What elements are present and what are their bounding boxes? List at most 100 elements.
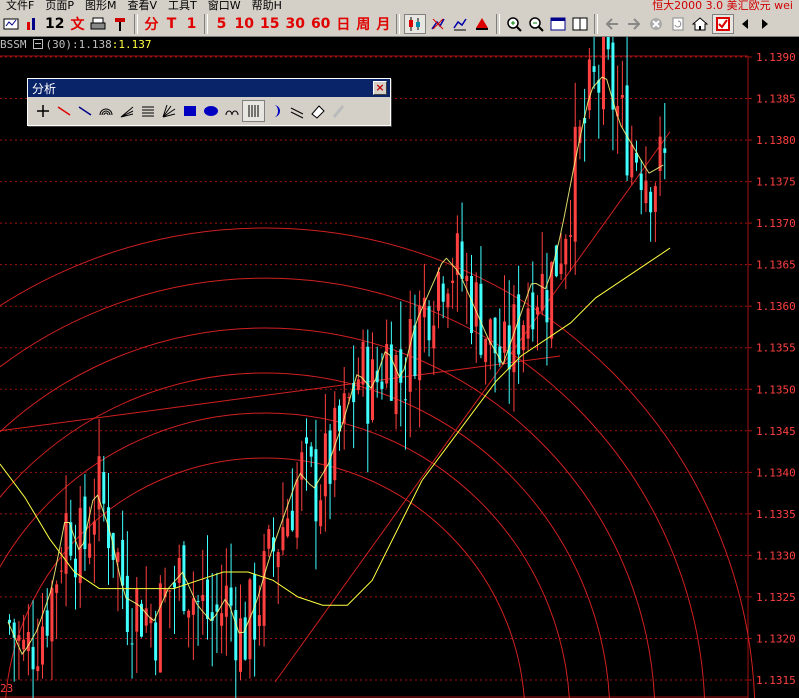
period-30-button[interactable]: 30 [283,14,306,34]
forward-arrow-icon[interactable] [624,14,644,34]
checkbox-icon[interactable] [712,14,735,34]
candle-body [620,94,624,98]
candle-body [323,433,327,497]
volume-icon[interactable] [472,14,492,34]
candle-body [413,325,417,376]
candle-body [649,191,653,213]
zoom-out-icon[interactable] [526,14,546,34]
menu-graph[interactable]: 图形M [79,0,122,12]
candlestick-icon[interactable] [404,14,427,34]
y-tick-label: 1.1335 [756,508,796,521]
menu-file[interactable]: 文件F [0,0,39,12]
parallel-lines-icon[interactable] [137,101,158,121]
back-arrow-icon[interactable] [602,14,622,34]
print-icon[interactable] [88,14,108,34]
menu-page[interactable]: 页面P [39,0,79,12]
hammer-icon[interactable] [110,14,130,34]
scroll-left-icon[interactable] [736,14,754,34]
close-icon[interactable]: × [373,81,387,95]
candle-body [55,584,59,593]
ellipse-icon[interactable] [200,101,221,121]
candle-body [606,37,610,50]
candle-body [437,271,440,311]
candle-body [262,551,266,626]
y-tick-label: 1.1385 [756,93,796,106]
arc-icon[interactable] [95,101,116,121]
zoom-in-icon[interactable] [504,14,524,34]
candle-body [92,521,96,535]
chart-grid-icon[interactable] [1,14,21,34]
period-T-button[interactable]: T [162,14,180,34]
minute-button[interactable]: 分 [142,14,160,34]
menu-window[interactable]: 窗口W [202,0,246,12]
period-15-button[interactable]: 15 [258,14,281,34]
y-tick-label: 1.1345 [756,425,796,438]
y-tick-label: 1.1370 [756,217,796,230]
candle-body [380,381,384,389]
line-icon[interactable] [53,101,74,121]
candle-body [338,405,341,432]
candle-body [451,280,455,284]
layout-icon[interactable] [570,14,590,34]
period-10-button[interactable]: 10 [232,14,255,34]
stop-icon[interactable] [646,14,666,34]
candle-body [243,617,247,660]
indicator-info-bar: BSSM (30) :1.138 :1.137 [0,37,152,51]
candle-body [295,479,299,538]
cycle-icon[interactable] [221,101,242,121]
candle-body [394,354,398,415]
palette-tools [28,97,390,122]
period-1-button[interactable]: 1 [182,14,200,34]
gann-fan-icon[interactable] [158,101,179,121]
period-5-button[interactable]: 5 [212,14,230,34]
fan-lines-icon[interactable] [116,101,137,121]
text-button[interactable]: 文 [68,14,86,34]
day-button[interactable]: 日 [334,14,352,34]
indicator-period: (30) [45,37,73,51]
menu-view[interactable]: 查看V [121,0,162,12]
candle-body [59,570,63,572]
y-tick-label: 1.1365 [756,259,796,272]
home-icon[interactable] [690,14,710,34]
scroll-right-icon[interactable] [756,14,774,34]
candle-body [26,632,30,652]
candle-body [319,500,323,527]
menu-help[interactable]: 帮助H [246,0,287,12]
candle-body [592,66,596,72]
moon-icon[interactable] [265,101,286,121]
toolbar: 12 文 分 T 1 5 10 15 30 60 日 周 月 [0,12,799,37]
candle-body [484,338,488,363]
candle-body [653,186,657,212]
indicator-line-icon[interactable] [450,14,470,34]
vertical-lines-icon[interactable] [242,100,265,122]
period-60-button[interactable]: 60 [309,14,332,34]
candle-body [234,610,238,661]
candle-body [144,608,148,626]
candle-body [564,238,568,265]
week-button[interactable]: 周 [354,14,372,34]
rectangle-icon[interactable] [179,101,200,121]
y-tick-label: 1.1320 [756,632,796,645]
candle-body [470,275,473,334]
crosshair-icon[interactable] [32,101,53,121]
palette-title-bar[interactable]: 分析 [28,79,390,97]
pen-icon[interactable] [328,101,349,121]
price-chart[interactable]: 1.1390 1.1385 1.1380 1.1375 1.1370 1.1365 1.13… [0,37,799,698]
month-button[interactable]: 月 [374,14,392,34]
candle-body [239,618,242,672]
collapse-icon[interactable] [32,39,43,49]
candle-body [465,275,469,282]
candle-body [408,319,412,392]
chart-window-icon[interactable] [548,14,568,34]
ray-icon[interactable] [74,101,95,121]
candle-body [503,321,506,353]
bar-chart-icon[interactable] [23,14,41,34]
indicator-cross-icon[interactable] [428,14,448,34]
indicator-symbol: BSSM [0,37,27,51]
menu-tools[interactable]: 工具T [162,0,202,12]
refresh-icon[interactable] [668,14,688,34]
channel-icon[interactable] [286,101,307,121]
candle-body [569,235,572,237]
period-12-button[interactable]: 12 [43,14,66,34]
eraser-icon[interactable] [307,101,328,121]
